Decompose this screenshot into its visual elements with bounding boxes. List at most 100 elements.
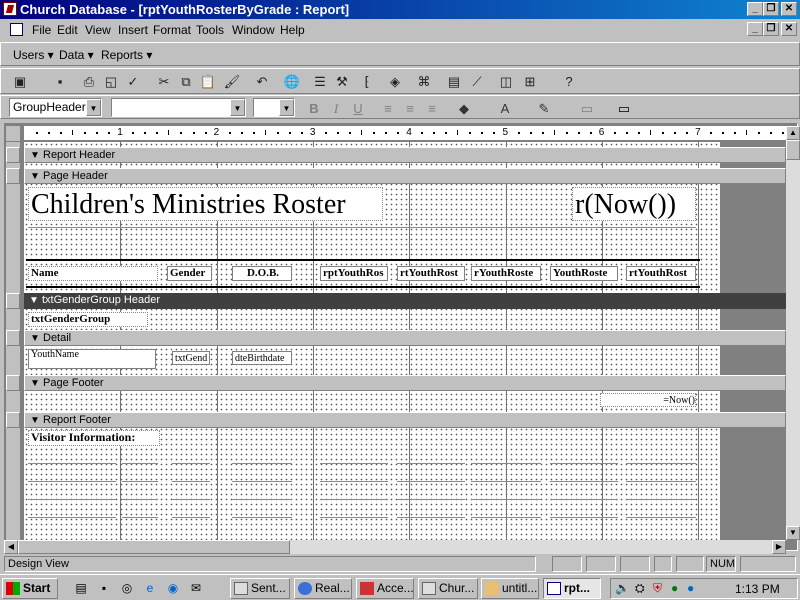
mdi-restore-button[interactable]: ❐ — [763, 22, 779, 36]
entry-line[interactable] — [232, 499, 292, 500]
line-color-icon[interactable]: ✎ — [533, 99, 555, 118]
band-report-header[interactable]: ▼ Report Header — [24, 147, 786, 163]
object-combo[interactable]: GroupHeader0 ▼ — [9, 98, 102, 117]
menu-help[interactable]: Help — [280, 23, 305, 37]
column-label-subreport4[interactable]: YouthRoste — [550, 266, 618, 281]
fill-color-icon[interactable]: ◆ — [453, 99, 475, 118]
column-label-dob[interactable]: D.O.B. — [232, 266, 292, 281]
task-real[interactable]: Real... — [294, 578, 352, 599]
task-report[interactable]: rpt... — [543, 578, 601, 599]
build-icon[interactable]: ⟋ — [466, 72, 488, 92]
entry-line[interactable] — [320, 463, 388, 464]
close-button[interactable]: ✕ — [781, 2, 797, 16]
vertical-scrollbar[interactable]: ▲ ▼ — [786, 126, 800, 540]
band-selector[interactable] — [6, 375, 20, 391]
field-list-icon[interactable]: ☰ — [309, 72, 331, 92]
horizontal-scroll-thumb[interactable] — [18, 540, 290, 554]
align-center-icon[interactable]: ≡ — [399, 99, 421, 118]
entry-line[interactable] — [397, 463, 465, 464]
format-painter-icon[interactable]: 🖌 — [221, 72, 243, 92]
entry-line[interactable] — [172, 463, 210, 464]
gender-group-textbox[interactable]: txtGenderGroup — [28, 312, 148, 327]
special-effect-icon[interactable]: ▭ — [613, 99, 635, 118]
entry-line[interactable] — [626, 463, 696, 464]
entry-line[interactable] — [320, 517, 388, 518]
scroll-right-icon[interactable]: ▶ — [772, 540, 786, 554]
network-icon[interactable]: ⛭ — [635, 581, 645, 596]
entry-line[interactable] — [550, 463, 618, 464]
entry-line[interactable] — [232, 463, 292, 464]
undo-icon[interactable]: ↶ — [251, 72, 273, 92]
minimize-button[interactable]: _ — [747, 2, 763, 16]
view-icon[interactable]: ▣ — [9, 72, 31, 92]
paste-icon[interactable]: 📋 — [197, 72, 219, 92]
band-report-footer[interactable]: ▼ Report Footer — [24, 412, 786, 428]
align-right-icon[interactable]: ≡ — [421, 99, 443, 118]
save-icon[interactable]: ▪ — [49, 72, 71, 92]
entry-line[interactable] — [122, 463, 158, 464]
dos-prompt-icon[interactable]: ▪ — [95, 579, 113, 597]
scroll-up-icon[interactable]: ▲ — [786, 126, 800, 140]
menu-window[interactable]: Window — [232, 23, 275, 37]
copy-icon[interactable]: ⧉ — [175, 72, 197, 92]
entry-line[interactable] — [172, 517, 210, 518]
properties-icon[interactable]: ▤ — [443, 72, 465, 92]
band-gender-group-header[interactable]: ▼ txtGenderGroup Header — [24, 293, 786, 309]
entry-line[interactable] — [172, 499, 210, 500]
chevron-down-icon[interactable]: ▼ — [86, 99, 101, 116]
code-icon[interactable]: ⌘ — [413, 72, 435, 92]
entry-line[interactable] — [232, 517, 292, 518]
entry-line[interactable] — [550, 481, 618, 482]
print-icon[interactable]: ⎙ — [78, 72, 100, 92]
scroll-left-icon[interactable]: ◀ — [4, 540, 18, 554]
vertical-scroll-thumb[interactable] — [786, 140, 800, 160]
realplayer-icon[interactable]: ◉ — [164, 579, 182, 597]
now-textbox[interactable]: =Now() — [600, 393, 696, 407]
menu-insert[interactable]: Insert — [118, 23, 148, 37]
print-preview-icon[interactable]: ◱ — [100, 72, 122, 92]
entry-line[interactable] — [320, 481, 388, 482]
entry-line[interactable] — [550, 499, 618, 500]
align-left-icon[interactable]: ≡ — [377, 99, 399, 118]
show-desktop-icon[interactable]: ▤ — [72, 579, 90, 597]
entry-line[interactable] — [122, 481, 158, 482]
entry-line[interactable] — [471, 463, 541, 464]
antivirus-icon[interactable]: ⛨ — [653, 581, 662, 596]
entry-line[interactable] — [626, 517, 696, 518]
entry-line[interactable] — [122, 517, 158, 518]
toolbox-icon[interactable]: ⚒ — [331, 72, 353, 92]
chevron-down-icon[interactable]: ▼ — [279, 99, 294, 116]
entry-line[interactable] — [550, 517, 618, 518]
mdi-minimize-button[interactable]: _ — [747, 22, 763, 36]
column-label-subreport2[interactable]: rtYouthRost — [397, 266, 465, 281]
task-church[interactable]: Chur... — [418, 578, 478, 599]
column-label-name[interactable]: Name — [28, 266, 158, 281]
entry-line[interactable] — [397, 499, 465, 500]
task-access[interactable]: Acce... — [356, 578, 414, 599]
report-title[interactable]: Children's Ministries Roster — [28, 187, 383, 221]
internet-explorer-icon[interactable]: e — [141, 579, 159, 597]
entry-line[interactable] — [471, 517, 541, 518]
tray-app-icon[interactable]: ● — [671, 581, 678, 595]
visitor-info-label[interactable]: Visitor Information: — [28, 430, 160, 446]
menu-reports[interactable]: Reports ▾ — [101, 48, 152, 62]
band-page-footer[interactable]: ▼ Page Footer — [24, 375, 786, 391]
entry-line[interactable] — [28, 463, 116, 464]
explorer-icon[interactable]: ◎ — [118, 579, 136, 597]
autoformat-icon[interactable]: ◈ — [384, 72, 406, 92]
entry-line[interactable] — [626, 481, 696, 482]
tray-app-icon[interactable]: ● — [687, 581, 694, 595]
entry-line[interactable] — [28, 481, 116, 482]
underline-button[interactable]: U — [347, 99, 369, 118]
line-width-icon[interactable]: ▭ — [576, 99, 598, 118]
youth-name-textbox[interactable]: YouthName — [28, 349, 156, 369]
spelling-icon[interactable]: ✓ — [122, 72, 144, 92]
font-size-combo[interactable]: ▼ — [253, 98, 295, 117]
entry-line[interactable] — [626, 499, 696, 500]
cut-icon[interactable]: ✂ — [153, 72, 175, 92]
menu-data[interactable]: Data ▾ — [59, 48, 94, 62]
access-app-icon[interactable] — [3, 2, 17, 16]
entry-line[interactable] — [397, 517, 465, 518]
italic-button[interactable]: I — [325, 99, 347, 118]
bold-button[interactable]: B — [303, 99, 325, 118]
